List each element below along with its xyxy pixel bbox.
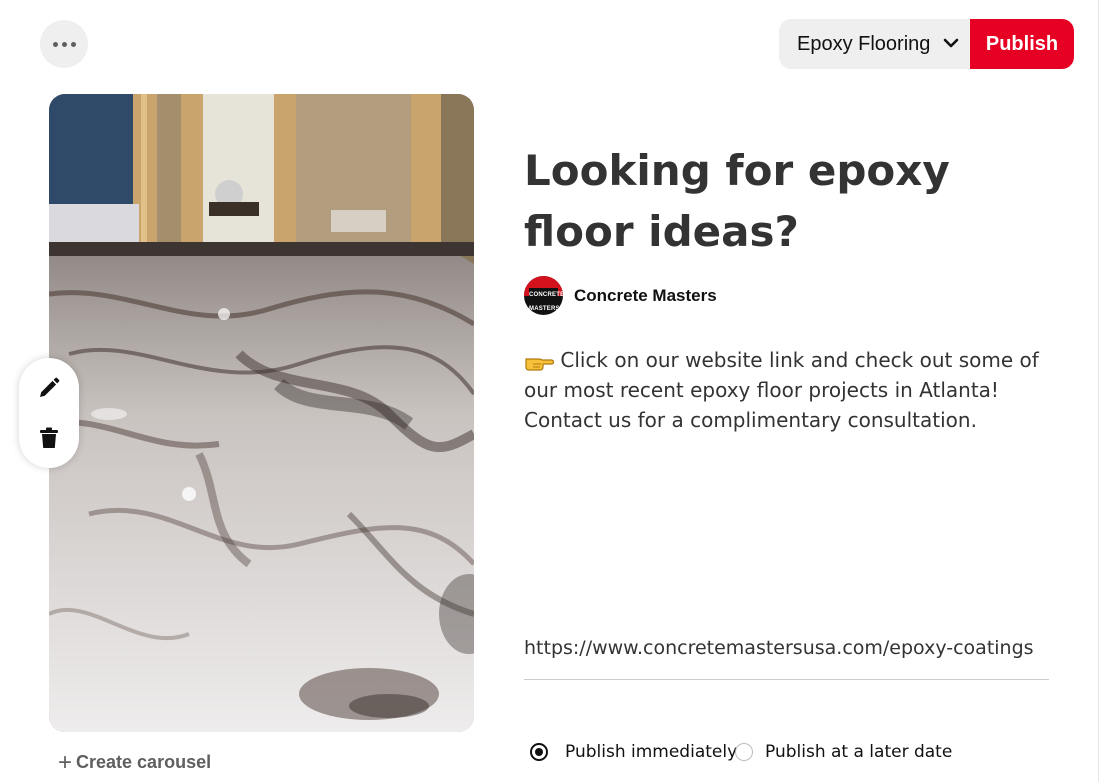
pencil-icon[interactable]: [37, 376, 61, 400]
destination-link-field[interactable]: https://www.concretemastersusa.com/epoxy…: [524, 637, 1049, 680]
ellipsis-dot: [61, 41, 67, 47]
radio-selected[interactable]: [530, 743, 548, 761]
avatar-logo-text: CONCRETE MASTERS: [529, 288, 563, 312]
plus-icon: +: [58, 748, 73, 776]
pin-title[interactable]: Looking for epoxy floor ideas?: [524, 140, 1064, 262]
publish-later-option[interactable]: Publish at a later date: [735, 742, 952, 762]
pointing-hand-emoji-icon: [525, 358, 554, 371]
description-text: Click on our website link and check out …: [524, 348, 1039, 432]
author-name: Concrete Masters: [574, 285, 717, 305]
radio-unselected[interactable]: [735, 743, 753, 761]
create-carousel-label: Create carousel: [76, 752, 212, 772]
board-dropdown-value: Epoxy Flooring: [797, 32, 931, 55]
pin-image: [49, 94, 474, 732]
publish-immediately-option[interactable]: Publish immediately: [530, 742, 737, 762]
pin-author: CONCRETE MASTERS Concrete Masters: [524, 276, 717, 315]
ellipsis-icon: [52, 41, 58, 47]
publish-immediately-label: Publish immediately: [565, 742, 738, 762]
create-carousel-button[interactable]: + Create carousel: [58, 748, 212, 776]
publish-later-label: Publish at a later date: [765, 742, 953, 762]
pin-description[interactable]: Click on our website link and check out …: [524, 345, 1064, 435]
publish-button[interactable]: Publish: [970, 19, 1074, 69]
avatar: CONCRETE MASTERS: [524, 276, 563, 315]
board-dropdown[interactable]: Epoxy Flooring: [779, 19, 971, 69]
chevron-down-icon: [943, 38, 959, 48]
ellipsis-dot: [70, 41, 76, 47]
more-options-button[interactable]: [40, 20, 88, 68]
trash-icon[interactable]: [37, 426, 61, 450]
pin-tools: [19, 358, 79, 468]
epoxy-floor-photo: [49, 94, 474, 732]
